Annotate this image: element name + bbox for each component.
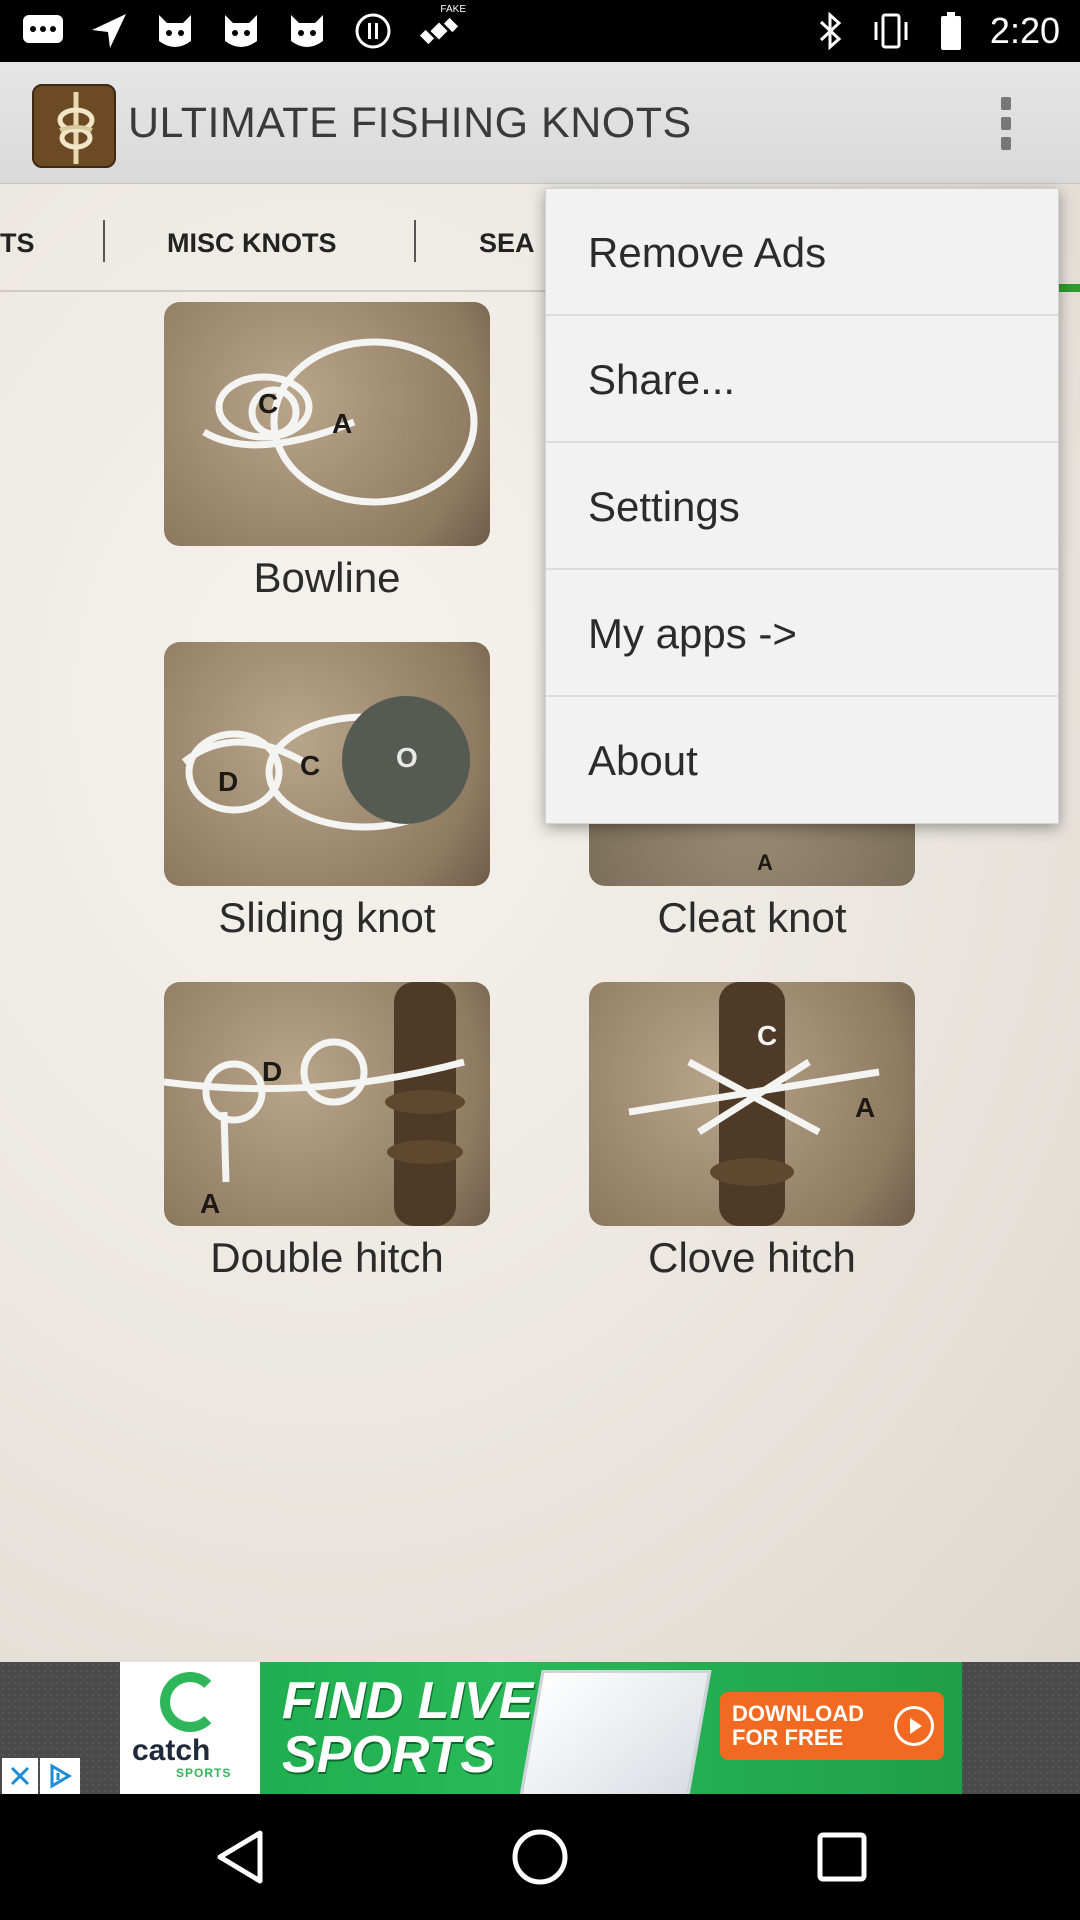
- battery-icon: [930, 10, 972, 52]
- menu-item-remove-ads[interactable]: Remove Ads: [546, 189, 1058, 316]
- ad-download-button[interactable]: DOWNLOAD FOR FREE: [720, 1692, 944, 1760]
- status-bar: FAKE 2:20: [0, 0, 1080, 62]
- knot-letter: A: [757, 850, 773, 875]
- ad-brand-name: catch: [132, 1734, 211, 1767]
- ad-phone-image: [518, 1670, 712, 1794]
- tab-sea[interactable]: SEA: [479, 184, 535, 292]
- pause-circle-icon: [352, 10, 394, 52]
- overflow-menu: Remove Ads Share... Settings My apps -> …: [545, 188, 1059, 824]
- knot-item-bowline[interactable]: C A Bowline: [164, 302, 490, 602]
- system-icons: 2:20: [810, 10, 1060, 52]
- vibrate-icon: [870, 10, 912, 52]
- knot-letter: A: [200, 1188, 221, 1219]
- ad-headline: FIND LIVE SPORTS: [282, 1674, 562, 1782]
- action-bar: ULTIMATE FISHING KNOTS: [0, 62, 1080, 184]
- back-icon[interactable]: [210, 1827, 270, 1887]
- ad-banner[interactable]: catch SPORTS FIND LIVE SPORTS DOWNLOAD F…: [120, 1662, 962, 1794]
- knot-item-double-hitch[interactable]: D A Double hitch: [164, 982, 490, 1282]
- tab-divider: [414, 220, 416, 262]
- ad-area: catch SPORTS FIND LIVE SPORTS DOWNLOAD F…: [0, 1662, 1080, 1794]
- home-icon[interactable]: [510, 1827, 570, 1887]
- knot-thumbnail: D C O: [164, 642, 490, 886]
- ad-headline-line1: FIND LIVE: [282, 1672, 534, 1730]
- tab-divider: [103, 220, 105, 262]
- navigation-icon: [88, 10, 130, 52]
- app-screen: ULTIMATE FISHING KNOTS TS MISC KNOTS SEA…: [0, 62, 1080, 1662]
- cat-face-icon: [220, 10, 262, 52]
- knot-letter: C: [258, 388, 279, 419]
- knot-thumbnail: C A: [164, 302, 490, 546]
- play-icon: [894, 1706, 934, 1746]
- knot-letter: C: [300, 750, 321, 781]
- menu-item-settings[interactable]: Settings: [546, 443, 1058, 570]
- knot-name: Double hitch: [210, 1234, 444, 1281]
- knot-thumbnail: D A: [164, 982, 490, 1226]
- bluetooth-icon: [810, 10, 852, 52]
- message-icon: [22, 10, 64, 52]
- recents-icon[interactable]: [812, 1827, 872, 1887]
- tab-misc-knots[interactable]: MISC KNOTS: [167, 184, 337, 292]
- knot-name: Cleat knot: [657, 894, 847, 941]
- knot-letter: O: [396, 742, 418, 773]
- menu-item-share[interactable]: Share...: [546, 316, 1058, 443]
- ad-brand-sub: SPORTS: [176, 1766, 232, 1780]
- close-icon[interactable]: [2, 1758, 38, 1794]
- ad-headline-line2: SPORTS: [282, 1726, 495, 1784]
- knot-letter: A: [332, 408, 353, 439]
- ad-brand-logo: catch SPORTS: [120, 1662, 260, 1794]
- knot-name: Sliding knot: [218, 894, 436, 941]
- menu-item-my-apps[interactable]: My apps ->: [546, 570, 1058, 697]
- satellite-badge: FAKE: [440, 4, 466, 15]
- knot-name: Clove hitch: [648, 1234, 856, 1281]
- knot-letter: D: [262, 1056, 283, 1087]
- notification-icons: FAKE: [22, 4, 466, 52]
- knot-logo-icon: [32, 84, 116, 168]
- knot-letter: A: [855, 1092, 876, 1123]
- knot-name: Bowline: [253, 554, 401, 601]
- knot-thumbnail: C A: [589, 982, 915, 1226]
- satellite-icon: FAKE: [418, 4, 466, 52]
- ad-choices-icon[interactable]: [40, 1758, 80, 1794]
- cat-face-icon: [154, 10, 196, 52]
- knot-item-sliding-knot[interactable]: D C O Sliding knot: [164, 642, 490, 942]
- menu-item-about[interactable]: About: [546, 697, 1058, 824]
- cat-face-icon: [286, 10, 328, 52]
- clock-time: 2:20: [989, 10, 1060, 51]
- more-vert-icon[interactable]: [980, 88, 1032, 158]
- tab-knots-partial[interactable]: TS: [0, 184, 35, 292]
- knot-item-clove-hitch[interactable]: C A Clove hitch: [589, 982, 915, 1282]
- navigation-bar: [0, 1794, 1080, 1920]
- app-title: ULTIMATE FISHING KNOTS: [128, 99, 692, 147]
- ad-brand-mark: [160, 1672, 220, 1732]
- knot-letter: C: [757, 1020, 778, 1051]
- knot-letter: D: [218, 766, 239, 797]
